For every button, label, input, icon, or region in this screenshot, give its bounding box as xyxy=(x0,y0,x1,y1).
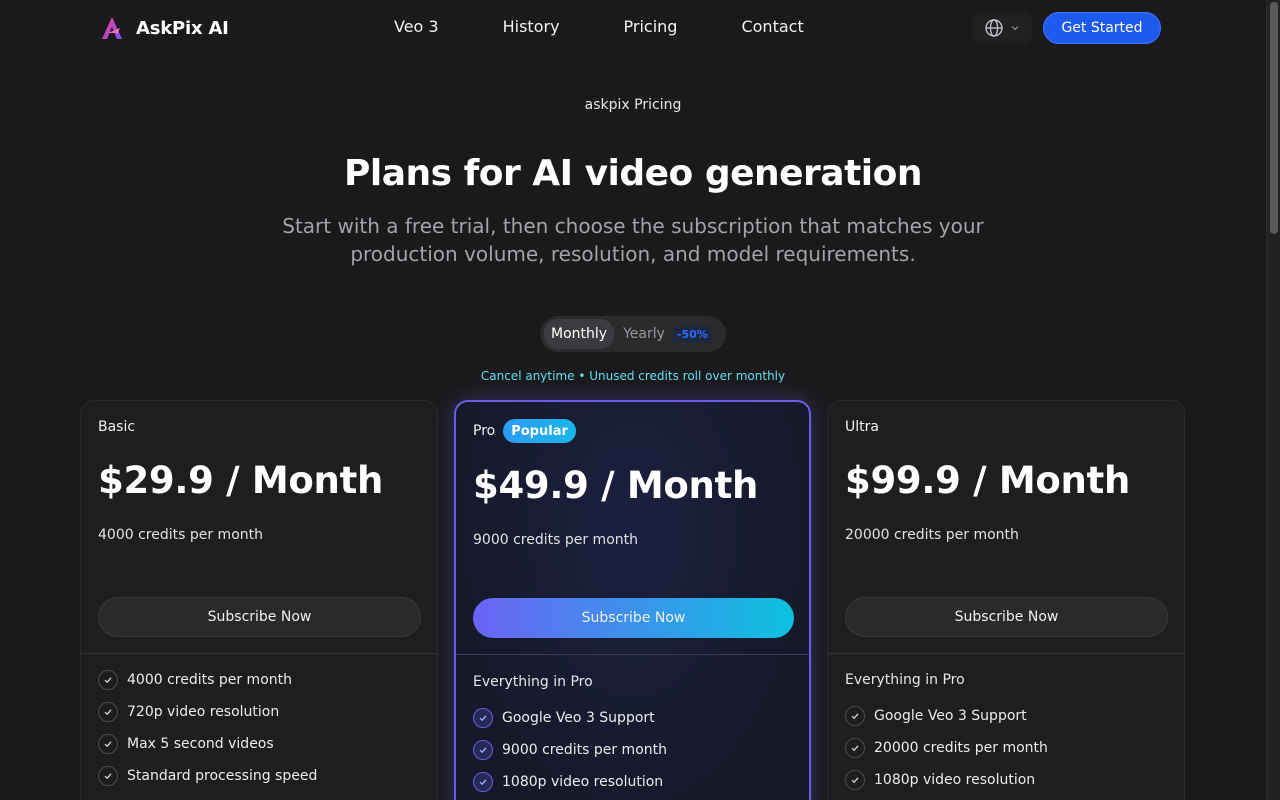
plan-name-label: Ultra xyxy=(845,419,879,435)
plan-name: Pro Popular xyxy=(473,419,576,443)
card-divider xyxy=(828,653,1184,654)
feature-label: Max 5 second videos xyxy=(127,736,274,752)
subscribe-button-ultra[interactable]: Subscribe Now xyxy=(845,597,1168,637)
list-item: 1080p video resolution xyxy=(473,766,667,798)
feature-label: 9000 credits per month xyxy=(502,742,667,758)
plan-price: $99.9 / Month xyxy=(845,459,1131,502)
globe-icon xyxy=(985,19,1003,37)
billing-note: Cancel anytime • Unused credits roll ove… xyxy=(480,369,786,383)
page-title: Plans for AI video generation xyxy=(343,153,923,194)
plan-card-basic: Basic $29.9 / Month 4000 credits per mon… xyxy=(80,400,438,800)
check-icon xyxy=(98,766,118,786)
list-item: 9000 credits per month xyxy=(473,734,667,766)
check-icon xyxy=(845,738,865,758)
plan-price: $49.9 / Month xyxy=(473,464,759,507)
nav-link-pricing[interactable]: Pricing xyxy=(624,17,678,36)
brand-name: AskPix AI xyxy=(136,17,229,39)
page-subtitle: Start with a free trial, then choose the… xyxy=(282,214,984,266)
check-icon xyxy=(845,770,865,790)
top-nav-bar: AskPix AI Veo 3 History Pricing Contact … xyxy=(0,0,1266,56)
feature-label: 4000 credits per month xyxy=(127,672,292,688)
card-divider xyxy=(456,654,809,655)
feature-list: Google Veo 3 Support 9000 credits per mo… xyxy=(473,702,667,798)
check-icon xyxy=(98,670,118,690)
plan-name-label: Basic xyxy=(98,419,136,435)
plan-card-pro: Pro Popular $49.9 / Month 9000 credits p… xyxy=(454,400,811,800)
billing-period-toggle: Monthly Yearly -50% xyxy=(540,316,726,352)
list-item: 720p video resolution xyxy=(98,696,317,728)
plan-credits: 9000 credits per month xyxy=(473,532,638,548)
feature-label: 1080p video resolution xyxy=(502,774,664,790)
check-icon xyxy=(98,702,118,722)
logo-icon xyxy=(102,17,122,39)
feature-list: 4000 credits per month 720p video resolu… xyxy=(98,664,317,792)
check-icon xyxy=(473,740,493,760)
popular-badge: Popular xyxy=(503,419,576,443)
nav-link-history[interactable]: History xyxy=(503,17,560,36)
check-icon xyxy=(98,734,118,754)
pricing-eyebrow: askpix Pricing xyxy=(584,97,682,113)
features-heading: Everything in Pro xyxy=(473,674,593,690)
chevron-down-icon xyxy=(1011,26,1019,31)
subscribe-button-basic[interactable]: Subscribe Now xyxy=(98,597,421,637)
get-started-button[interactable]: Get Started xyxy=(1043,12,1161,44)
toggle-yearly[interactable]: Yearly xyxy=(623,326,665,342)
list-item: Google Veo 3 Support xyxy=(845,700,1048,732)
main-nav: Veo 3 History Pricing Contact xyxy=(394,17,804,36)
scrollbar-thumb[interactable] xyxy=(1270,2,1278,234)
brand-logo[interactable]: AskPix AI xyxy=(98,14,229,42)
feature-label: Standard processing speed xyxy=(127,768,318,784)
feature-label: 20000 credits per month xyxy=(874,740,1048,756)
list-item: Max 5 second videos xyxy=(98,728,317,760)
check-icon xyxy=(473,708,493,728)
plan-name: Basic xyxy=(98,419,135,435)
nav-link-contact[interactable]: Contact xyxy=(741,17,803,36)
subscribe-button-pro[interactable]: Subscribe Now xyxy=(473,598,794,638)
feature-label: Google Veo 3 Support xyxy=(874,708,1027,724)
plan-credits: 4000 credits per month xyxy=(98,527,263,543)
feature-label: 720p video resolution xyxy=(127,704,280,720)
check-icon xyxy=(845,706,865,726)
list-item: 1080p video resolution xyxy=(845,764,1048,796)
plan-credits: 20000 credits per month xyxy=(845,527,1019,543)
toggle-monthly[interactable]: Monthly xyxy=(544,319,615,349)
list-item: Google Veo 3 Support xyxy=(473,702,667,734)
feature-label: 1080p video resolution xyxy=(874,772,1036,788)
list-item: 4000 credits per month xyxy=(98,664,317,696)
page-scrollbar[interactable] xyxy=(1266,0,1280,800)
yearly-discount-badge: -50% xyxy=(672,325,712,343)
features-heading: Everything in Pro xyxy=(845,672,965,688)
card-divider xyxy=(81,653,437,654)
feature-list: Google Veo 3 Support 20000 credits per m… xyxy=(845,700,1048,796)
language-selector[interactable] xyxy=(972,12,1032,44)
plan-price: $29.9 / Month xyxy=(98,459,384,502)
plan-name: Ultra xyxy=(845,419,879,435)
plan-name-label: Pro xyxy=(473,423,496,439)
list-item: Standard processing speed xyxy=(98,760,317,792)
list-item: 20000 credits per month xyxy=(845,732,1048,764)
nav-link-veo3[interactable]: Veo 3 xyxy=(394,17,439,36)
feature-label: Google Veo 3 Support xyxy=(502,710,655,726)
plan-card-ultra: Ultra $99.9 / Month 20000 credits per mo… xyxy=(827,400,1185,800)
check-icon xyxy=(473,772,493,792)
